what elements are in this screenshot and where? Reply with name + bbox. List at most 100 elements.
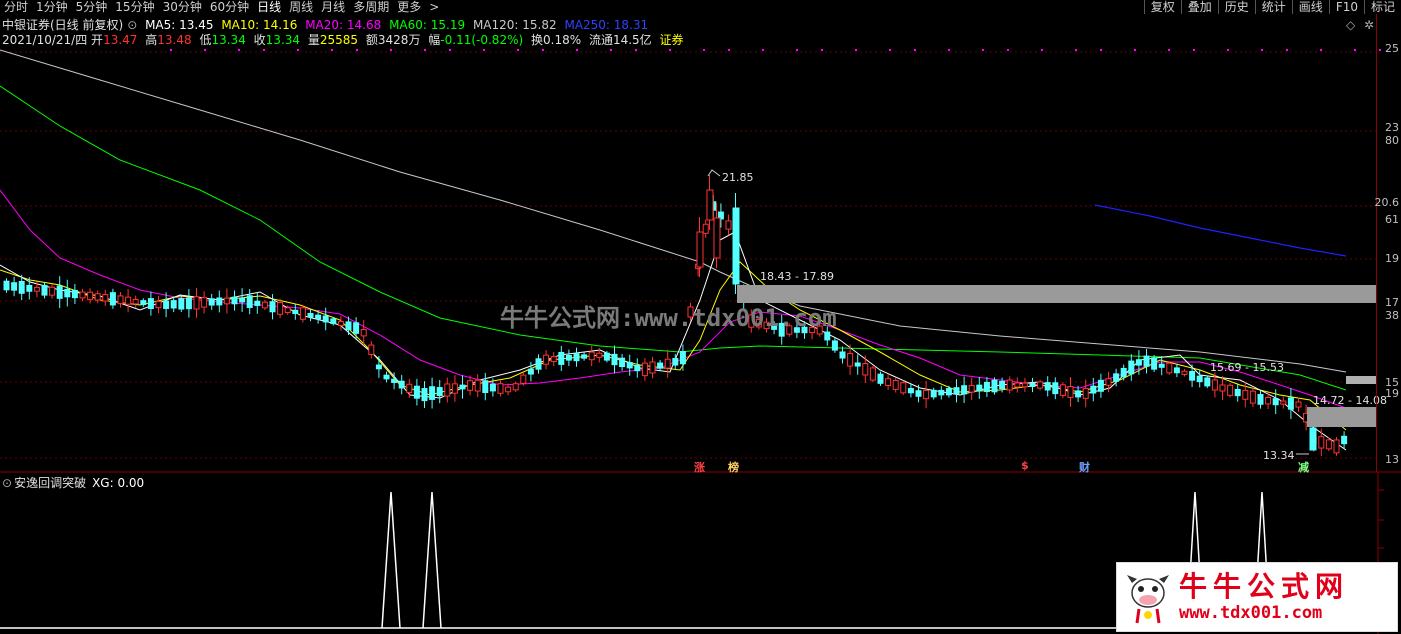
candle-body [900,382,907,394]
candle-body [474,379,481,392]
candle-body [33,286,40,292]
signal-dot [703,49,705,51]
candle-body [520,374,527,384]
candle-body [968,385,975,393]
candle-body [451,383,458,394]
candle-body [991,379,998,393]
candle-body [1021,382,1028,388]
signal-dot [1227,49,1229,51]
candle-body [1166,362,1173,374]
candle-body [1287,397,1294,410]
candle-body [696,231,704,268]
candle-body [1257,394,1264,405]
candle-body [1196,375,1203,383]
candle-body [1067,386,1074,398]
signal-zhang[interactable]: 涨 [694,459,705,475]
price-axis-label: 23 [1385,121,1399,134]
candle-body [907,388,914,394]
sub-collapse-icon[interactable]: ⊙ [2,476,12,490]
candle-body [79,291,86,299]
price-axis-label: 19 [1385,252,1399,265]
signal-dot [517,49,519,51]
candle-body [337,321,344,326]
candle-body [550,356,557,362]
low-label: 13.34 [1263,449,1295,462]
signal-dollar[interactable]: $ [1021,459,1029,472]
candle-body [102,294,109,302]
signal-dot [297,49,299,51]
candle-body [383,374,390,380]
candle-body [375,364,382,370]
signal-dot [424,49,426,51]
logo-url: www.tdx001.com [1179,603,1323,623]
signal-dot [1007,49,1009,51]
sub-indicator-name[interactable]: 安逸回调突破 [14,476,86,490]
candle-body [193,296,200,310]
candle-body [1272,398,1279,406]
cow-icon [1127,575,1169,624]
signal-dot [170,49,172,51]
candle-body [1204,377,1211,387]
candle-body [269,301,276,313]
signal-dot [1261,49,1263,51]
candle-body [1151,357,1158,370]
candle-body [140,300,147,306]
candle-body [315,314,322,320]
candle-body [64,288,71,298]
candle-body [1189,371,1196,381]
candle-body [869,367,876,381]
candle-body [277,302,284,315]
price-axis-label: 38 [1385,309,1399,322]
gear-icon[interactable]: ✲ [1364,18,1374,32]
watermark: 牛牛公式网:www.tdx001.com [500,304,837,332]
signal-dot [483,49,485,51]
candle-body [854,362,861,367]
candle-body [915,390,922,397]
candle-body [223,297,230,305]
ma5-line [0,231,1347,451]
candle-body [444,383,451,397]
candle-body [641,362,648,377]
signal-dot [204,49,206,51]
price-axis-label: 19 [1385,387,1399,400]
candle-body [330,318,337,325]
candle-body [1105,378,1112,386]
candle-body [155,300,162,309]
signal-cai[interactable]: 财 [1079,459,1090,475]
candle-body [702,223,709,234]
candle-body [1029,382,1036,388]
candle-body [322,315,329,323]
candle-body [3,280,10,291]
candle-body [1227,384,1234,396]
diamond-icon[interactable]: ◇ [1346,18,1355,32]
candle-body [1113,373,1120,382]
candle-body [1341,435,1348,445]
candle-body [634,364,641,372]
ma60-line [0,85,1347,391]
signal-dot [1320,49,1322,51]
candle-body [1280,400,1287,405]
signal-dot [762,49,764,51]
candle-body [201,297,208,308]
signal-dot [449,49,451,51]
sub-indicator-xg: XG: 0.00 [92,476,145,490]
price-axis: 25 23 80 20.6 61 19 17 38 15 19 13 [1374,14,1401,472]
candle-body [87,291,94,301]
candle-body [831,340,838,351]
candle-body [885,378,892,386]
signal-dot [948,49,950,51]
candle-body [429,386,436,400]
candle-body [406,383,413,394]
candle-body [497,383,504,394]
signal-dot [610,49,612,51]
candle-body [596,352,603,358]
price-axis-label: 20.6 [1374,196,1400,209]
candle-body [178,298,185,310]
signal-bang[interactable]: 榜 [728,459,739,475]
candle-body [672,358,679,366]
signal-jian[interactable]: 减 [1298,459,1309,475]
site-logo: 牛牛公式网 www.tdx001.com [1116,562,1398,632]
candle-body [1082,387,1089,399]
candle-body [1295,401,1302,408]
candle-body [246,295,253,308]
